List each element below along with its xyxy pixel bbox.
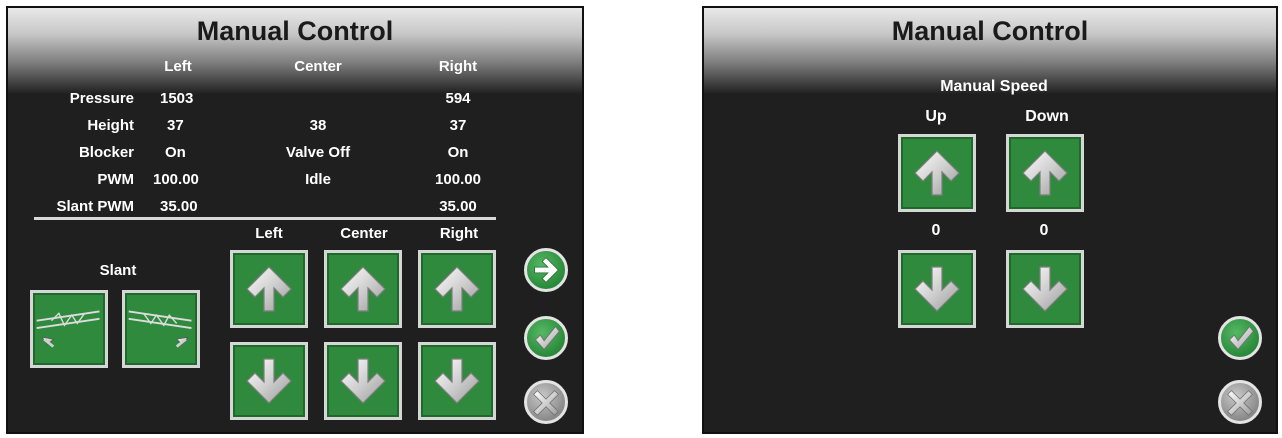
- column-header-center: Center: [294, 58, 342, 75]
- pwm-right-value: 100.00: [435, 171, 481, 188]
- pressure-left-value: 1503: [160, 90, 194, 107]
- height-left-value: 37: [167, 117, 184, 134]
- title-bar: Manual Control: [8, 8, 582, 94]
- center-down-button[interactable]: [324, 342, 402, 420]
- arrow-down-icon: [911, 263, 963, 315]
- right-up-button[interactable]: [418, 250, 496, 328]
- speed-down-label: Down: [1025, 108, 1069, 125]
- speed-up-label: Up: [925, 108, 947, 125]
- cancel-button[interactable]: [524, 380, 568, 424]
- column-header-right: Right: [438, 58, 478, 75]
- close-icon: [533, 390, 559, 416]
- page-title: Manual Control: [891, 16, 1089, 46]
- arrow-up-icon: [911, 147, 963, 199]
- speed-up-count: 0: [931, 222, 941, 239]
- next-button[interactable]: [524, 248, 568, 292]
- row-label-slant-pwm: Slant PWM: [56, 198, 135, 215]
- checkmark-icon: [1229, 325, 1254, 350]
- arrow-down-icon: [431, 355, 483, 407]
- slant-pwm-right-value: 35.00: [439, 198, 477, 215]
- boom-slant-right-icon: [128, 310, 192, 348]
- arrow-down-icon: [243, 355, 295, 407]
- control-header-left: Left: [255, 225, 283, 242]
- right-down-button[interactable]: [418, 342, 496, 420]
- row-label-pwm: PWM: [97, 171, 134, 188]
- speed-down-count: 0: [1039, 222, 1049, 239]
- blocker-right-value: On: [447, 144, 469, 161]
- pwm-center-value: Idle: [305, 171, 331, 188]
- center-up-button[interactable]: [324, 250, 402, 328]
- arrow-right-icon: [534, 257, 559, 283]
- pwm-left-value: 100.00: [153, 171, 199, 188]
- pressure-right-value: 594: [445, 90, 471, 107]
- manual-speed-panel: Manual Control Manual Speed Up Down 0 0: [702, 6, 1278, 434]
- row-label-blocker: Blocker: [78, 144, 134, 161]
- arrow-up-icon: [431, 263, 483, 315]
- row-label-pressure: Pressure: [69, 90, 134, 107]
- arrow-up-icon: [1019, 147, 1071, 199]
- row-label-height: Height: [87, 117, 134, 134]
- arrow-down-icon: [1019, 263, 1071, 315]
- speed-up-decrease-button[interactable]: [898, 250, 976, 328]
- slant-label: Slant: [99, 262, 137, 279]
- left-down-button[interactable]: [230, 342, 308, 420]
- manual-control-panel: Manual Control Left Center Right Pressur…: [6, 6, 584, 434]
- speed-up-button[interactable]: [898, 134, 976, 212]
- height-right-value: 37: [449, 117, 467, 134]
- boom-slant-left-icon: [36, 310, 100, 348]
- control-header-right: Right: [439, 225, 479, 242]
- cancel-button[interactable]: [1218, 380, 1262, 424]
- slant-left-button[interactable]: [30, 290, 108, 368]
- arrow-up-icon: [337, 263, 389, 315]
- arrow-down-icon: [337, 355, 389, 407]
- table-divider: [34, 217, 496, 220]
- checkmark-icon: [535, 325, 560, 350]
- left-up-button[interactable]: [230, 250, 308, 328]
- blocker-left-value: On: [165, 144, 186, 161]
- manual-speed-title: Manual Speed: [940, 78, 1048, 95]
- slant-right-button[interactable]: [122, 290, 200, 368]
- accept-button[interactable]: [1218, 316, 1262, 360]
- height-center-value: 38: [309, 117, 327, 134]
- close-icon: [1227, 390, 1253, 416]
- blocker-center-value: Valve Off: [285, 144, 351, 161]
- accept-button[interactable]: [524, 316, 568, 360]
- control-header-center: Center: [340, 225, 388, 242]
- arrow-up-icon: [243, 263, 295, 315]
- speed-down-button[interactable]: [1006, 134, 1084, 212]
- page-title: Manual Control: [196, 16, 394, 46]
- speed-down-decrease-button[interactable]: [1006, 250, 1084, 328]
- slant-pwm-left-value: 35.00: [160, 198, 198, 215]
- column-header-left: Left: [164, 58, 192, 75]
